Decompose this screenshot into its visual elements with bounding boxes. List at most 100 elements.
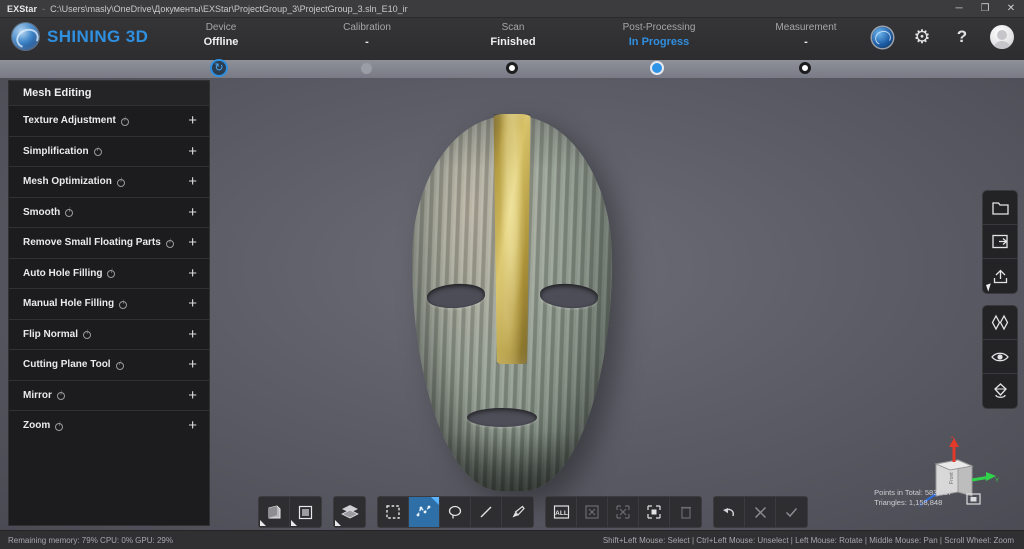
info-icon[interactable] [65, 209, 73, 217]
help-question-icon[interactable]: ? [950, 25, 974, 49]
workflow-steps: Device Offline Calibration - Scan Finish… [172, 18, 872, 60]
info-icon[interactable] [94, 148, 102, 156]
select-through-icon[interactable] [259, 497, 290, 527]
mouse-cursor-icon [986, 283, 993, 291]
cancel-icon[interactable] [745, 497, 776, 527]
info-icon[interactable] [107, 270, 115, 278]
info-icon[interactable] [83, 331, 91, 339]
close-button[interactable]: ✕ [998, 0, 1024, 18]
info-icon[interactable] [55, 423, 63, 431]
layers-icon[interactable] [334, 497, 365, 527]
mesh-tool-zoom[interactable]: Zoom + [9, 410, 209, 441]
expand-plus-icon[interactable]: + [188, 174, 197, 189]
window-controls: ─ ❐ ✕ [946, 0, 1024, 18]
select-all-icon[interactable]: ALL [546, 497, 577, 527]
mesh-tool-auto-hole-filling[interactable]: Auto Hole Filling + [9, 258, 209, 289]
lasso-select-icon[interactable] [440, 497, 471, 527]
expand-plus-icon[interactable]: + [188, 205, 197, 220]
mesh-tool-cutting-plane-tool[interactable]: Cutting Plane Tool + [9, 349, 209, 380]
delete-select-icon[interactable] [670, 497, 701, 527]
expand-plus-icon[interactable]: + [188, 235, 197, 250]
invert-select-icon[interactable] [608, 497, 639, 527]
step-marker-scan[interactable] [506, 62, 518, 74]
expand-plus-icon[interactable]: + [188, 357, 197, 372]
mesh-tool-mirror[interactable]: Mirror + [9, 380, 209, 411]
mesh-tool-smooth[interactable]: Smooth + [9, 197, 209, 228]
tool-group-display-mode [258, 496, 322, 528]
workflow-step-device[interactable]: Device Offline [146, 21, 296, 49]
tool-label: Mirror [23, 390, 52, 401]
open-folder-icon[interactable] [983, 191, 1017, 225]
minimize-button[interactable]: ─ [946, 0, 972, 18]
expand-plus-icon[interactable]: + [188, 418, 197, 433]
info-icon[interactable] [116, 362, 124, 370]
mesh-tool-flip-normal[interactable]: Flip Normal + [9, 319, 209, 350]
expand-plus-icon[interactable]: + [188, 266, 197, 281]
gizmo-axis-y: Y [972, 472, 999, 484]
workflow-step-post-processing[interactable]: Post-Processing In Progress [584, 21, 734, 49]
step-state: - [731, 35, 881, 49]
header-icon-group: ⚙ ? [870, 25, 1014, 49]
right-toolbar-view-group [982, 305, 1018, 409]
tool-group-layers [333, 496, 366, 528]
step-marker-device[interactable]: ↻ [213, 62, 225, 74]
expand-plus-icon[interactable]: + [188, 388, 197, 403]
maximize-button[interactable]: ❐ [972, 0, 998, 18]
step-state: Offline [146, 35, 296, 49]
tool-group-confirm [713, 496, 808, 528]
title-separator: - [37, 4, 50, 14]
workflow-step-calibration[interactable]: Calibration - [292, 21, 442, 49]
gizmo-face-label: Front [949, 472, 955, 484]
step-state: Finished [438, 35, 588, 49]
confirm-icon[interactable] [776, 497, 807, 527]
expand-plus-icon[interactable]: + [188, 327, 197, 342]
upload-share-icon[interactable] [983, 259, 1017, 293]
globe-logo-icon [12, 23, 39, 50]
mesh-tool-manual-hole-filling[interactable]: Manual Hole Filling + [9, 288, 209, 319]
mesh-tool-remove-small-floating-parts[interactable]: Remove Small Floating Parts + [9, 227, 209, 258]
svg-text:ALL: ALL [555, 510, 568, 517]
brush-select-icon[interactable] [502, 497, 533, 527]
deselect-all-icon[interactable] [577, 497, 608, 527]
workflow-step-scan[interactable]: Scan Finished [438, 21, 588, 49]
expand-plus-icon[interactable]: + [188, 296, 197, 311]
step-marker-measurement[interactable] [799, 62, 811, 74]
step-title: Measurement [731, 21, 881, 35]
info-icon[interactable] [119, 301, 127, 309]
info-icon[interactable] [117, 179, 125, 187]
isolate-select-icon[interactable] [639, 497, 670, 527]
mesh-tool-mesh-optimization[interactable]: Mesh Optimization + [9, 166, 209, 197]
exstar-application-window: EXStar - C:\Users\masly\OneDrive\Докумен… [0, 0, 1024, 549]
user-avatar[interactable] [990, 25, 1014, 49]
status-bar: Remaining memory: 79% CPU: 0% GPU: 29% S… [0, 530, 1024, 549]
undo-icon[interactable] [714, 497, 745, 527]
expand-plus-icon[interactable]: + [188, 113, 197, 128]
tool-label: Flip Normal [23, 329, 78, 340]
wooden-mask-3d-model[interactable] [412, 116, 612, 491]
point-cloud-icon[interactable] [983, 374, 1017, 408]
step-title: Device [146, 21, 296, 35]
mesh-tool-texture-adjustment[interactable]: Texture Adjustment + [9, 105, 209, 136]
rectangle-select-icon[interactable] [378, 497, 409, 527]
visibility-eye-icon[interactable] [983, 340, 1017, 374]
export-project-icon[interactable] [983, 225, 1017, 259]
language-globe-icon[interactable] [870, 25, 894, 49]
mesh-tool-simplification[interactable]: Simplification + [9, 136, 209, 167]
workflow-step-measurement[interactable]: Measurement - [731, 21, 881, 49]
mesh-wireframe-icon[interactable] [983, 306, 1017, 340]
tool-label: Cutting Plane Tool [23, 359, 111, 370]
info-icon[interactable] [166, 240, 174, 248]
settings-gear-icon[interactable]: ⚙ [910, 25, 934, 49]
polygon-select-icon[interactable] [409, 497, 440, 527]
info-icon[interactable] [121, 118, 129, 126]
tool-label: Zoom [23, 420, 50, 431]
tool-label: Remove Small Floating Parts [23, 237, 161, 248]
step-marker-calibration[interactable] [360, 62, 372, 74]
line-select-icon[interactable] [471, 497, 502, 527]
expand-plus-icon[interactable]: + [188, 144, 197, 159]
select-visible-icon[interactable] [290, 497, 321, 527]
snapshot-icon[interactable] [964, 490, 982, 506]
tool-label: Auto Hole Filling [23, 268, 102, 279]
step-marker-post-processing[interactable] [651, 62, 663, 74]
info-icon[interactable] [57, 392, 65, 400]
